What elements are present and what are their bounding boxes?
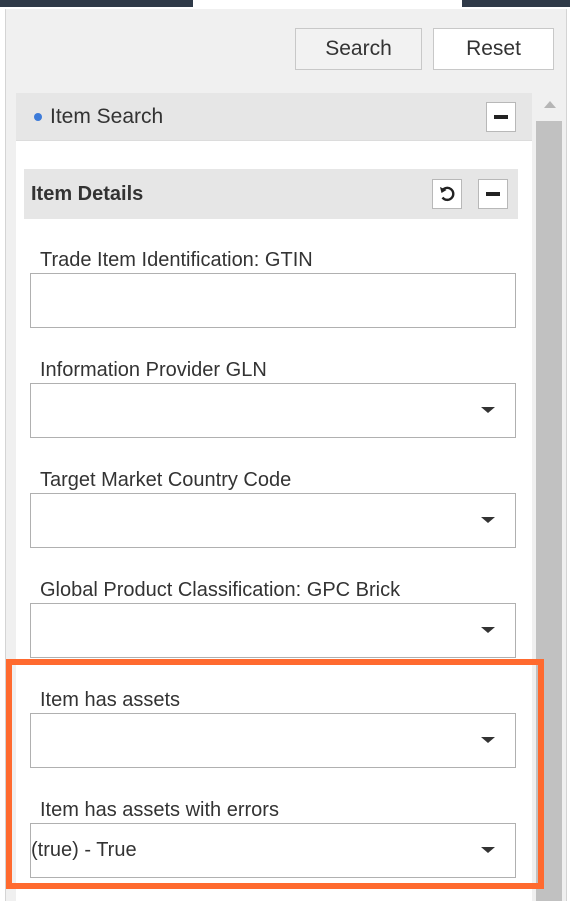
item-search-header[interactable]: Item Search [16, 93, 532, 141]
search-button[interactable]: Search [295, 28, 422, 70]
gtin-input[interactable] [30, 273, 516, 328]
top-tab-right [462, 0, 570, 7]
caret-down-icon [481, 407, 495, 413]
item-has-assets-errors-select[interactable]: (true) - True [30, 823, 516, 878]
scroll-thumb[interactable] [536, 121, 562, 901]
gpc-brick-label: Global Product Classification: GPC Brick [40, 579, 401, 601]
minus-icon [494, 115, 508, 119]
caret-down-icon [481, 627, 495, 633]
item-details-title: Item Details [31, 183, 144, 205]
search-form: Item Search Item Details Trade Item Iden… [16, 93, 532, 901]
collapse-item-details-button[interactable] [478, 179, 508, 209]
item-has-assets-label: Item has assets [40, 689, 181, 711]
gpc-brick-select[interactable] [30, 603, 516, 658]
target-market-label: Target Market Country Code [40, 469, 292, 491]
gtin-label: Trade Item Identification: GTIN [40, 249, 313, 271]
vertical-scrollbar[interactable] [536, 93, 562, 901]
caret-down-icon [481, 517, 495, 523]
top-tab-strip [0, 0, 570, 9]
item-search-title: Item Search [50, 105, 164, 128]
minus-icon [486, 192, 500, 196]
gln-select[interactable] [30, 383, 516, 438]
item-details-header[interactable]: Item Details [24, 169, 518, 219]
top-tab-left [0, 0, 193, 7]
scroll-up-icon[interactable] [544, 101, 556, 108]
selected-value: (true) - True [31, 839, 137, 861]
bullet-icon [34, 113, 42, 121]
collapse-item-search-button[interactable] [486, 102, 516, 132]
search-panel: Search Reset Item Search Item Details Tr… [5, 9, 567, 901]
caret-down-icon [481, 847, 495, 853]
item-has-assets-errors-label: Item has assets with errors [40, 799, 279, 821]
item-has-assets-select[interactable] [30, 713, 516, 768]
caret-down-icon [481, 737, 495, 743]
gln-label: Information Provider GLN [40, 359, 267, 381]
reset-item-details-button[interactable] [432, 179, 462, 209]
target-market-select[interactable] [30, 493, 516, 548]
reset-button[interactable]: Reset [433, 28, 554, 70]
reset-icon [440, 186, 455, 202]
